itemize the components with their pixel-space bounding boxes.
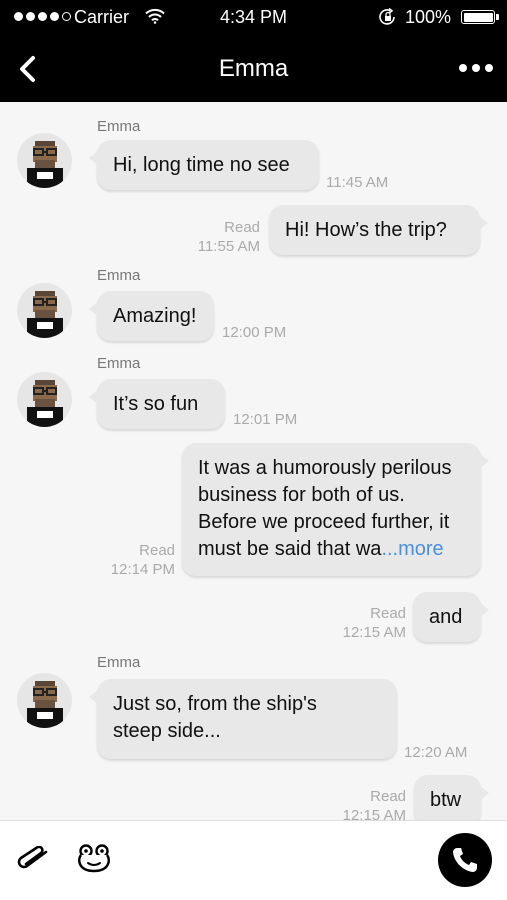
message-text-line: It was a humorously perilous xyxy=(198,457,452,479)
message-text-line: business for both of us. xyxy=(198,484,405,506)
sender-name: Emma xyxy=(97,654,141,671)
message-bubble[interactable]: It’s so fun xyxy=(89,379,225,429)
message-text-line: Before we proceed further, it xyxy=(198,511,450,533)
message-bubble[interactable]: Hi! How’s the trip? xyxy=(269,205,488,255)
avatar[interactable] xyxy=(17,372,72,427)
status-bar: Carrier 4:34 PM 100% xyxy=(0,0,507,34)
message-text-line: Just so, from the ship's xyxy=(113,693,317,715)
rotation-lock-icon xyxy=(378,7,398,31)
avatar[interactable] xyxy=(17,133,72,188)
read-status: Read xyxy=(370,605,406,622)
read-status: Read xyxy=(224,219,260,236)
message-bubble[interactable]: Just so, from the ship's steep side... xyxy=(89,679,397,759)
message-meta: Read 11:55 AM xyxy=(198,218,260,256)
message-meta: Read 12:15 AM xyxy=(343,787,406,820)
message-bubble[interactable]: Amazing! xyxy=(89,291,214,341)
message-time: 12:14 PM xyxy=(110,561,175,578)
message-meta: Read 12:14 PM xyxy=(111,541,175,579)
chat-thread[interactable]: Emma Hi, long time no see 11:45 AM Read … xyxy=(0,102,507,820)
phone-icon[interactable] xyxy=(438,833,492,887)
message-time: 12:20 AM xyxy=(404,744,468,761)
message-time: 12:00 PM xyxy=(222,324,287,341)
read-status: Read xyxy=(139,542,175,559)
message-time: 12:15 AM xyxy=(342,807,406,820)
battery-percent: 100% xyxy=(405,7,452,27)
navigation-bar: Emma xyxy=(0,34,507,102)
message-time: 11:55 AM xyxy=(197,238,260,255)
message-time: 12:15 AM xyxy=(342,624,406,641)
message-meta: Read 12:15 AM xyxy=(343,604,406,642)
sender-name: Emma xyxy=(97,355,141,372)
message-text: It’s so fun xyxy=(113,393,199,415)
message-bubble[interactable]: Hi, long time no see xyxy=(89,140,319,190)
message-text: Hi, long time no see xyxy=(113,154,290,176)
more-link[interactable]: ...more xyxy=(381,538,443,560)
more-dots-icon[interactable] xyxy=(459,64,493,72)
message-text: Hi! How’s the trip? xyxy=(285,219,447,241)
message-bubble[interactable]: and xyxy=(413,592,489,642)
battery-icon xyxy=(461,10,499,24)
message-text: Amazing! xyxy=(113,305,197,327)
sender-name: Emma xyxy=(97,267,141,284)
message-text: and xyxy=(429,606,463,628)
message-text-line: steep side... xyxy=(113,720,221,742)
avatar[interactable] xyxy=(17,283,72,338)
paperclip-icon[interactable] xyxy=(16,845,52,877)
frog-sticker-icon[interactable] xyxy=(76,843,112,880)
conversation-title: Emma xyxy=(218,55,289,82)
input-bar xyxy=(0,820,507,900)
message-time: 12:01 PM xyxy=(233,411,298,428)
sender-name: Emma xyxy=(97,118,141,135)
message-text-line: must be said that wa xyxy=(198,538,382,560)
avatar[interactable] xyxy=(17,673,72,728)
read-status: Read xyxy=(370,788,406,805)
message-bubble[interactable]: btw xyxy=(414,775,489,820)
message-bubble[interactable]: It was a humorously perilous business fo… xyxy=(182,443,489,576)
message-time: 11:45 AM xyxy=(326,174,389,191)
message-text: btw xyxy=(430,789,462,811)
